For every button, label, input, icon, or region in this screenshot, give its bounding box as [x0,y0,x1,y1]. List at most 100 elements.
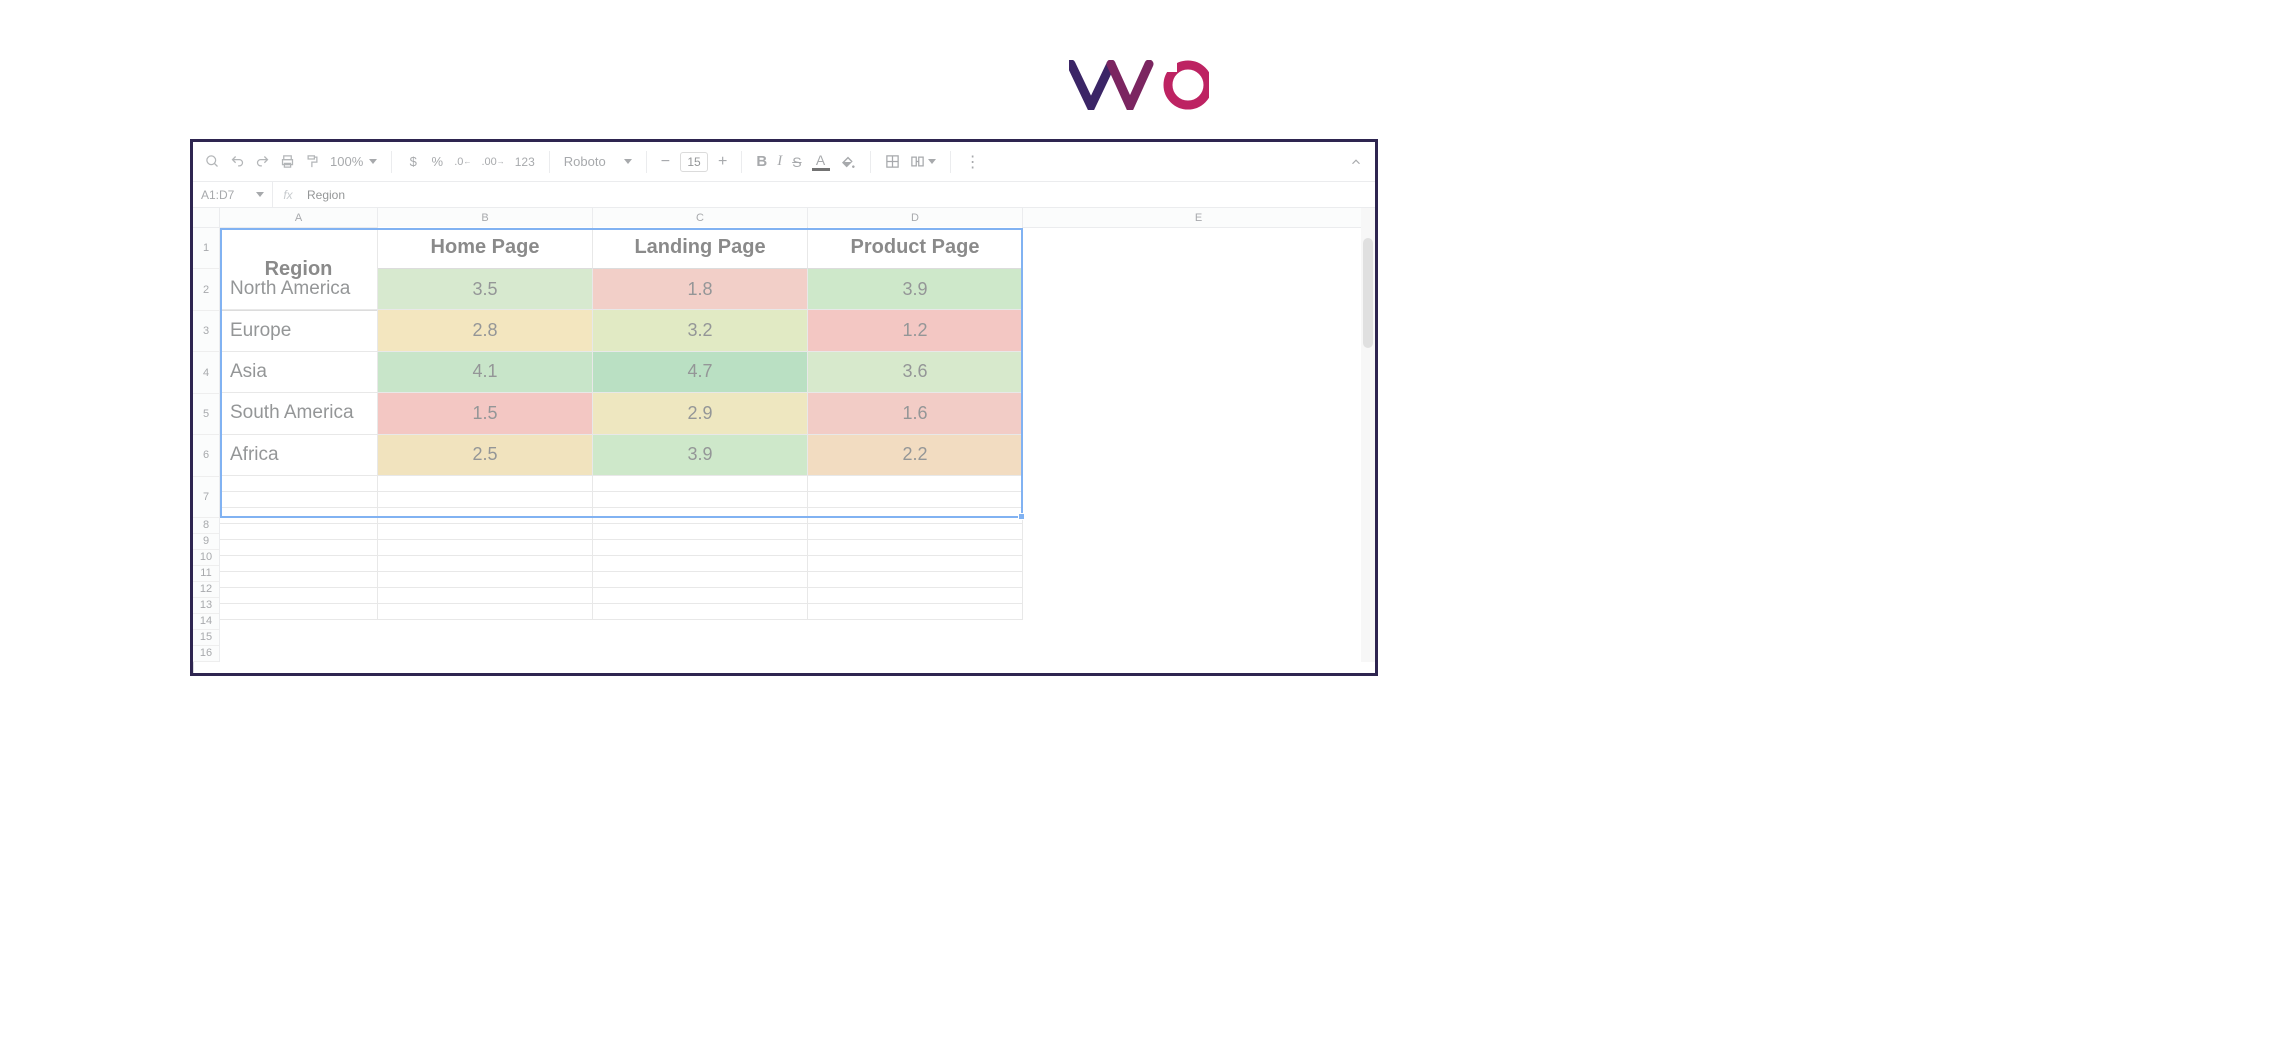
row-header[interactable]: 9 [193,534,219,550]
empty-cell[interactable] [220,508,378,524]
select-all-corner[interactable] [193,208,219,228]
scrollbar-thumb[interactable] [1363,238,1373,348]
paint-format-icon[interactable] [305,154,320,169]
empty-cell[interactable] [808,572,1023,588]
data-cell[interactable]: 4.7 [593,352,808,393]
data-cell[interactable]: 2.8 [378,310,593,351]
empty-cell[interactable] [378,524,593,540]
row-header[interactable]: 14 [193,614,219,630]
increase-decimal-button[interactable]: .00→ [481,156,504,168]
text-color-button[interactable]: A [812,153,830,171]
empty-cell[interactable] [808,524,1023,540]
italic-button[interactable]: I [777,153,782,170]
empty-cell[interactable] [808,604,1023,620]
empty-cell[interactable] [378,604,593,620]
decrease-decimal-button[interactable]: .0← [454,156,471,168]
decrease-font-button[interactable]: − [661,153,670,171]
empty-cell[interactable] [378,572,593,588]
row-header[interactable]: 13 [193,598,219,614]
empty-cell[interactable] [593,476,808,492]
empty-cell[interactable] [808,588,1023,604]
empty-cell[interactable] [593,540,808,556]
data-cell[interactable]: 3.6 [808,352,1023,393]
empty-cell[interactable] [220,524,378,540]
empty-cell[interactable] [220,588,378,604]
zoom-dropdown[interactable]: 100% [330,154,377,169]
vertical-scrollbar[interactable] [1361,208,1375,662]
empty-cell[interactable] [593,492,808,508]
row-header[interactable]: 15 [193,630,219,646]
empty-cell[interactable] [378,508,593,524]
empty-cell[interactable] [220,492,378,508]
data-cell[interactable]: 1.2 [808,310,1023,351]
empty-cell[interactable] [378,476,593,492]
column-header[interactable]: E [1023,208,1375,227]
empty-cell[interactable] [808,508,1023,524]
data-cell[interactable]: 2.9 [593,393,808,434]
row-header[interactable]: 2 [193,269,219,311]
data-cell[interactable]: 1.8 [593,269,808,310]
row-header[interactable]: 16 [193,646,219,662]
header-sub[interactable]: Landing Page [593,227,808,269]
empty-cell[interactable] [593,588,808,604]
empty-cell[interactable] [593,524,808,540]
font-family-dropdown[interactable]: Roboto [564,154,632,169]
row-header[interactable]: 1 [193,228,219,269]
row-header[interactable]: 3 [193,311,219,352]
currency-format-button[interactable]: $ [406,154,420,169]
row-header[interactable]: 11 [193,566,219,582]
close-icon[interactable]: ✕ [430,674,445,676]
data-cell[interactable]: 3.2 [593,310,808,351]
empty-cell[interactable] [808,492,1023,508]
row-header[interactable]: 4 [193,352,219,393]
merge-cells-button[interactable] [910,154,936,169]
region-cell[interactable]: North America [220,269,378,310]
collapse-toolbar-icon[interactable] [1349,155,1363,169]
empty-cell[interactable] [808,556,1023,572]
data-cell[interactable]: 2.2 [808,435,1023,476]
empty-cell[interactable] [220,556,378,572]
more-tools-button[interactable]: ⋮ [965,152,982,172]
column-header[interactable]: A [220,208,378,227]
row-header[interactable]: 8 [193,518,219,534]
more-formats-button[interactable]: 123 [515,155,535,169]
name-box[interactable]: A1:D7 [193,182,273,207]
strikethrough-button[interactable]: S [792,154,801,170]
empty-cell[interactable] [593,556,808,572]
data-cell[interactable]: 3.5 [378,269,593,310]
empty-cell[interactable] [593,508,808,524]
data-cell[interactable]: 2.5 [378,435,593,476]
column-header[interactable]: D [808,208,1023,227]
empty-cell[interactable] [808,476,1023,492]
data-cell[interactable]: 4.1 [378,352,593,393]
search-icon[interactable] [205,154,220,169]
empty-cell[interactable] [220,572,378,588]
empty-cell[interactable] [378,588,593,604]
region-cell[interactable]: Europe [220,310,378,351]
empty-cell[interactable] [378,492,593,508]
fill-color-button[interactable] [840,154,856,170]
row-header[interactable]: 10 [193,550,219,566]
empty-cell[interactable] [593,572,808,588]
data-cell[interactable]: 1.5 [378,393,593,434]
row-header[interactable]: 6 [193,435,219,476]
header-sub[interactable]: Home Page [378,227,593,269]
empty-cell[interactable] [808,540,1023,556]
region-cell[interactable]: Asia [220,352,378,393]
percent-format-button[interactable]: % [430,154,444,169]
font-size-input[interactable]: 15 [680,152,708,172]
header-sub[interactable]: Product Page [808,227,1023,269]
undo-icon[interactable] [230,154,245,169]
region-cell[interactable]: Africa [220,435,378,476]
data-cell[interactable]: 3.9 [593,435,808,476]
column-header[interactable]: C [593,208,808,227]
print-icon[interactable] [280,154,295,169]
empty-cell[interactable] [220,604,378,620]
row-header[interactable]: 7 [193,477,219,518]
row-header[interactable]: 12 [193,582,219,598]
bold-button[interactable]: B [756,153,767,170]
borders-button[interactable] [885,154,900,169]
empty-cell[interactable] [220,540,378,556]
increase-font-button[interactable]: + [718,153,727,171]
redo-icon[interactable] [255,154,270,169]
